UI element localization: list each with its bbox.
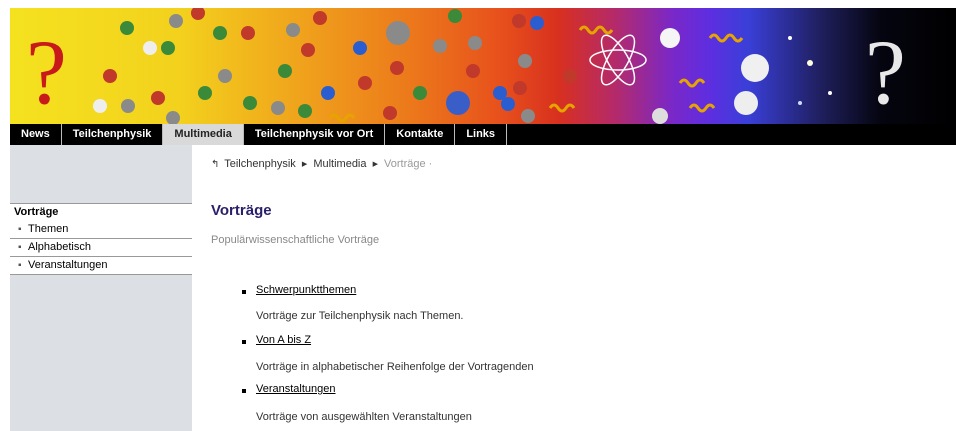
sidebar-title[interactable]: Vorträge (10, 203, 192, 222)
list-bullet-icon (242, 389, 246, 393)
bullet-icon: ▪ (18, 242, 22, 253)
link-von-a-bis-z[interactable]: Von A bis Z (256, 334, 311, 346)
breadcrumb-separator-icon: ▶ (301, 161, 308, 168)
entry-description: Vorträge von ausgewählten Veranstaltunge… (256, 411, 472, 423)
list-bullet-icon (242, 340, 246, 344)
nav-news[interactable]: News (10, 124, 62, 145)
particle-illustration: ? ? (26, 8, 906, 124)
sidebar-item-alphabetisch[interactable]: ▪ Alphabetisch (10, 239, 192, 257)
nav-multimedia[interactable]: Multimedia (163, 124, 244, 145)
nav-links[interactable]: Links (455, 124, 508, 145)
header-banner: ? ? (10, 8, 956, 124)
sidebar-item-label: Themen (28, 223, 69, 235)
sidebar-item-label: Veranstaltungen (28, 259, 108, 271)
entry-description: Vorträge zur Teilchenphysik nach Themen. (256, 310, 464, 322)
up-arrow-icon[interactable]: ↰ (211, 159, 219, 170)
link-schwerpunktthemen[interactable]: Schwerpunktthemen (256, 284, 356, 296)
main-nav: News Teilchenphysik Multimedia Teilchenp… (10, 124, 956, 145)
breadcrumb-separator-icon: ▶ (372, 161, 378, 168)
breadcrumb: ↰ Teilchenphysik ▶ Multimedia ▶ Vorträge… (211, 158, 432, 170)
nav-teilchenphysik[interactable]: Teilchenphysik (62, 124, 164, 145)
breadcrumb-current: Vorträge (384, 158, 426, 170)
question-mark-left: ? (26, 21, 67, 123)
bullet-icon: ▪ (18, 260, 22, 271)
sidebar-item-label: Alphabetisch (28, 241, 91, 253)
sidebar-title-label: Vorträge (14, 206, 59, 218)
question-mark-right: ? (865, 21, 906, 123)
nav-kontakte[interactable]: Kontakte (385, 124, 456, 145)
link-veranstaltungen[interactable]: Veranstaltungen (256, 383, 336, 395)
page-title: Vorträge (211, 202, 272, 219)
breadcrumb-end-dot-icon: · (428, 158, 433, 170)
nav-teilchenphysik-vor-ort[interactable]: Teilchenphysik vor Ort (244, 124, 386, 145)
sidebar-item-themen[interactable]: ▪ Themen (10, 221, 192, 239)
bullet-icon: ▪ (18, 224, 22, 235)
breadcrumb-multimedia[interactable]: Multimedia (313, 158, 366, 170)
particle-balls (93, 8, 832, 124)
sidebar: Vorträge ▪ Themen ▪ Alphabetisch ▪ Veran… (10, 145, 192, 431)
atom-icon (589, 34, 647, 86)
breadcrumb-teilchenphysik[interactable]: Teilchenphysik (224, 158, 296, 170)
page-subtitle: Populärwissenschaftliche Vorträge (211, 234, 380, 246)
list-bullet-icon (242, 290, 246, 294)
entry-description: Vorträge in alphabetischer Reihenfolge d… (256, 361, 534, 373)
sidebar-item-veranstaltungen[interactable]: ▪ Veranstaltungen (10, 257, 192, 275)
